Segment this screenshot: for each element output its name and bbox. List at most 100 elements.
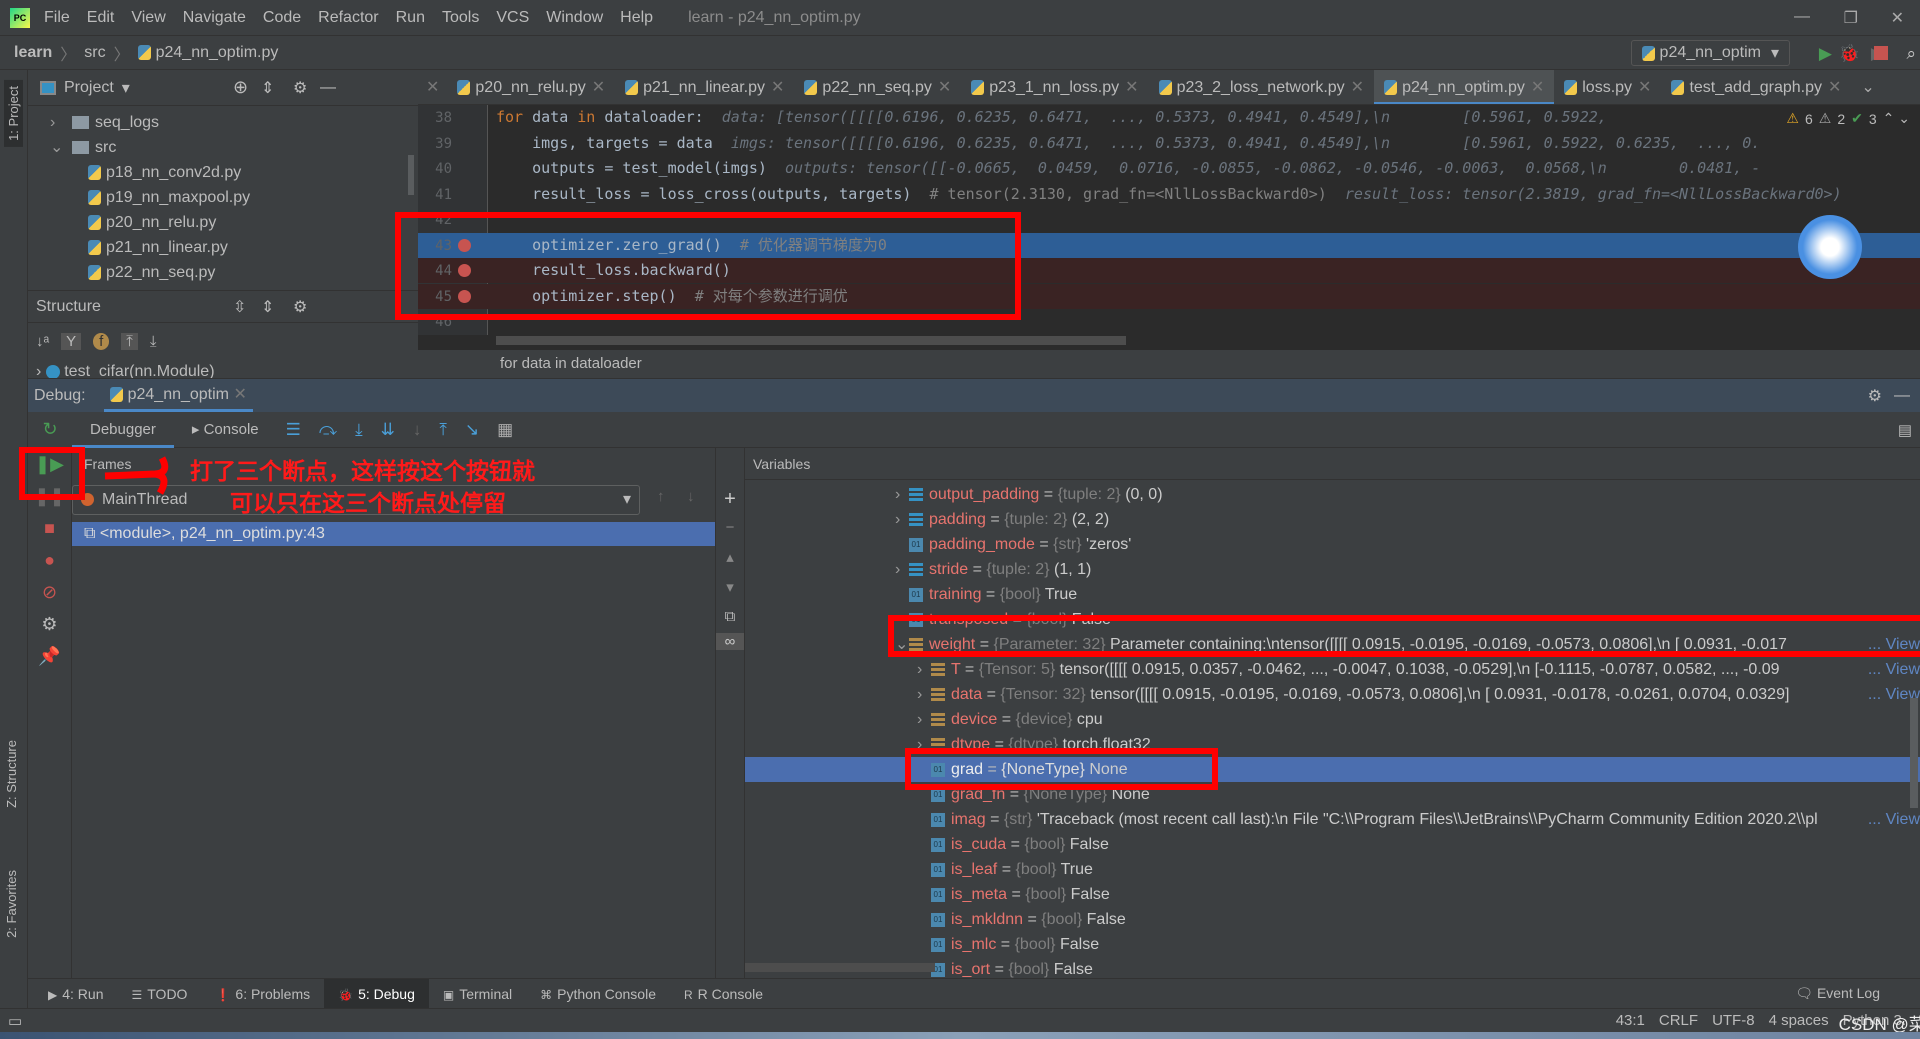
variable-row[interactable]: 01 padding_mode = {str} 'zeros' bbox=[745, 532, 1920, 557]
variable-row[interactable]: 01 is_meta = {bool} False bbox=[745, 882, 1920, 907]
project-tree-item[interactable]: p21_nn_linear.py bbox=[28, 235, 418, 260]
add-watch-icon[interactable]: + bbox=[716, 488, 744, 511]
close-tab-icon[interactable]: ✕ bbox=[938, 79, 951, 96]
variable-row[interactable]: › device = {device} cpu bbox=[745, 707, 1920, 732]
breadcrumb-project[interactable]: learn bbox=[14, 44, 52, 62]
tabs-overflow-icon[interactable]: ⌄ bbox=[1851, 77, 1884, 97]
project-tree-item[interactable]: p22_nn_seq.py bbox=[28, 260, 418, 285]
variable-row[interactable]: 01 is_mkldnn = {bool} False bbox=[745, 907, 1920, 932]
menu-help[interactable]: Help bbox=[620, 9, 653, 27]
breadcrumb-src[interactable]: src bbox=[84, 44, 105, 62]
autoscroll-from-source-icon[interactable]: ⤓ bbox=[150, 333, 157, 350]
tool-tab-r-console[interactable]: RR Console bbox=[670, 979, 777, 1009]
chevron-right-icon[interactable]: › bbox=[917, 682, 931, 707]
gear-icon[interactable]: ⚙ bbox=[293, 297, 307, 317]
tab-p22_nn_seq-py[interactable]: p22_nn_seq.py ✕ bbox=[794, 70, 961, 104]
move-up-icon[interactable]: ▴ bbox=[716, 548, 744, 566]
chevron-right-icon[interactable]: › bbox=[917, 707, 931, 732]
evaluate-expression-icon[interactable]: ▦ bbox=[497, 420, 513, 440]
layout-icon[interactable]: ▤ bbox=[1898, 421, 1912, 439]
project-title[interactable]: Project bbox=[64, 79, 114, 97]
menu-vcs[interactable]: VCS bbox=[496, 9, 529, 27]
tab-debugger[interactable]: Debugger bbox=[72, 412, 174, 448]
code-line[interactable]: 40 outputs = test_model(imgs) outputs: t… bbox=[418, 156, 1920, 181]
chevron-right-icon[interactable]: › bbox=[895, 507, 909, 532]
hide-icon[interactable]: — bbox=[320, 79, 336, 97]
close-tab-icon[interactable]: ✕ bbox=[1828, 79, 1841, 96]
code-breadcrumb[interactable]: for data in dataloader bbox=[418, 350, 1920, 378]
code-line[interactable]: 41 result_loss = loss_cross(outputs, tar… bbox=[418, 182, 1920, 207]
variable-row[interactable]: › T = {Tensor: 5} tensor([[[[ 0.0915, 0.0… bbox=[745, 657, 1920, 682]
project-tree-item[interactable]: › seq_logs bbox=[28, 110, 418, 135]
chevron-right-icon[interactable]: › bbox=[895, 557, 909, 582]
code-line[interactable]: 38 for data in dataloader: data: [tensor(… bbox=[418, 105, 1920, 130]
close-tab-icon[interactable]: ✕ bbox=[1531, 79, 1544, 96]
restore-button[interactable]: ❐ bbox=[1844, 8, 1858, 28]
view-link[interactable]: ... View bbox=[1868, 657, 1920, 682]
variable-row[interactable]: 01 is_cuda = {bool} False bbox=[745, 832, 1920, 857]
menu-run[interactable]: Run bbox=[396, 9, 425, 27]
variable-row[interactable]: › padding = {tuple: 2} (2, 2) bbox=[745, 507, 1920, 532]
caret-position[interactable]: 43:1 bbox=[1616, 1012, 1645, 1029]
variable-row[interactable]: › stride = {tuple: 2} (1, 1) bbox=[745, 557, 1920, 582]
tool-tab-terminal[interactable]: ▣ Terminal bbox=[429, 979, 526, 1009]
structure-tool-tab[interactable]: Z: Structure bbox=[4, 740, 19, 808]
tab-p23_2_loss_network-py[interactable]: p23_2_loss_network.py ✕ bbox=[1149, 70, 1375, 104]
interpreter[interactable]: Python 3.CSDN @菜菜子 bbox=[1839, 1012, 1920, 1034]
step-out-icon[interactable]: ⤒ bbox=[439, 420, 447, 440]
minimize-button[interactable]: — bbox=[1794, 8, 1810, 26]
mute-breakpoints-icon[interactable]: ⊘ bbox=[28, 576, 71, 608]
close-button[interactable]: ✕ bbox=[1891, 8, 1904, 28]
chevron-right-icon[interactable]: › bbox=[895, 482, 909, 507]
variables-scrollbar[interactable] bbox=[1910, 698, 1918, 808]
view-link[interactable]: ... View bbox=[1868, 807, 1920, 832]
project-tree-item[interactable]: p20_nn_relu.py bbox=[28, 210, 418, 235]
breadcrumb-file[interactable]: p24_nn_optim.py bbox=[156, 44, 279, 62]
glasses-icon[interactable]: ∞ bbox=[716, 633, 744, 650]
show-inherited-icon[interactable]: Y bbox=[61, 332, 82, 350]
remove-watch-icon[interactable]: − bbox=[716, 519, 744, 536]
run-icon[interactable]: ▶ bbox=[1819, 44, 1832, 64]
previous-frame-icon[interactable]: ↑ bbox=[657, 488, 665, 505]
menu-refactor[interactable]: Refactor bbox=[318, 9, 378, 27]
chevron-right-icon[interactable]: › bbox=[917, 657, 931, 682]
close-tab-icon[interactable]: ✕ bbox=[592, 79, 605, 96]
close-tab-icon[interactable]: ✕ bbox=[1351, 79, 1364, 96]
menu-edit[interactable]: Edit bbox=[87, 9, 115, 27]
close-tab-icon[interactable]: ✕ bbox=[1125, 79, 1138, 96]
tool-tab-5-debug[interactable]: 🐞 5: Debug bbox=[324, 978, 429, 1009]
menu-code[interactable]: Code bbox=[263, 9, 301, 27]
show-execution-point-icon[interactable]: ☰ bbox=[286, 420, 301, 440]
close-tab-icon[interactable]: ✕ bbox=[1638, 79, 1651, 96]
search-icon[interactable]: ⌕ bbox=[1906, 44, 1916, 64]
chevron-down-icon[interactable]: ⌄ bbox=[50, 135, 72, 160]
frame-item[interactable]: ⧉ <module>, p24_nn_optim.py:43 bbox=[72, 522, 715, 546]
tab-p20_nn_relu-py[interactable]: p20_nn_relu.py ✕ bbox=[447, 70, 615, 104]
collapse-icon[interactable]: ⇕ bbox=[261, 78, 274, 98]
copy-icon[interactable]: ⧉ bbox=[716, 608, 744, 625]
step-over-icon[interactable]: ⤼ bbox=[319, 420, 337, 440]
gear-icon[interactable]: ⚙ bbox=[293, 78, 307, 98]
menu-file[interactable]: File bbox=[44, 9, 70, 27]
menu-tools[interactable]: Tools bbox=[442, 9, 479, 27]
variable-row[interactable]: › data = {Tensor: 32} tensor([[[[ 0.0915,… bbox=[745, 682, 1920, 707]
tab-console[interactable]: ▸ Console bbox=[174, 412, 277, 448]
force-step-into-icon[interactable]: ↓ bbox=[413, 420, 422, 440]
variable-row[interactable]: › output_padding = {tuple: 2} (0, 0) bbox=[745, 482, 1920, 507]
locate-icon[interactable]: ⊕ bbox=[233, 77, 248, 98]
toggle-tool-windows-icon[interactable]: ▭ bbox=[8, 1012, 22, 1030]
tab-loss-py[interactable]: loss.py ✕ bbox=[1554, 70, 1661, 104]
tool-tab-python-console[interactable]: ⌘ Python Console bbox=[526, 979, 670, 1009]
project-tool-tab[interactable]: 1: Project bbox=[4, 80, 23, 147]
close-tab-icon[interactable]: ✕ bbox=[771, 79, 784, 96]
project-tree-item[interactable]: ⌄ src bbox=[28, 135, 418, 160]
move-down-icon[interactable]: ▾ bbox=[716, 578, 744, 596]
tab-p23_1_nn_loss-py[interactable]: p23_1_nn_loss.py ✕ bbox=[961, 70, 1148, 104]
menu-view[interactable]: View bbox=[131, 9, 165, 27]
tool-tab-4-run[interactable]: ▶ 4: Run bbox=[34, 979, 117, 1009]
stop-icon[interactable]: ■ bbox=[28, 512, 71, 544]
horizontal-scrollbar[interactable] bbox=[496, 336, 1126, 345]
sort-alpha-icon[interactable]: ↓ᵃ bbox=[36, 333, 49, 350]
line-separator[interactable]: CRLF bbox=[1659, 1012, 1698, 1029]
debug-session-tab[interactable]: p24_nn_optim ✕ bbox=[103, 379, 253, 412]
